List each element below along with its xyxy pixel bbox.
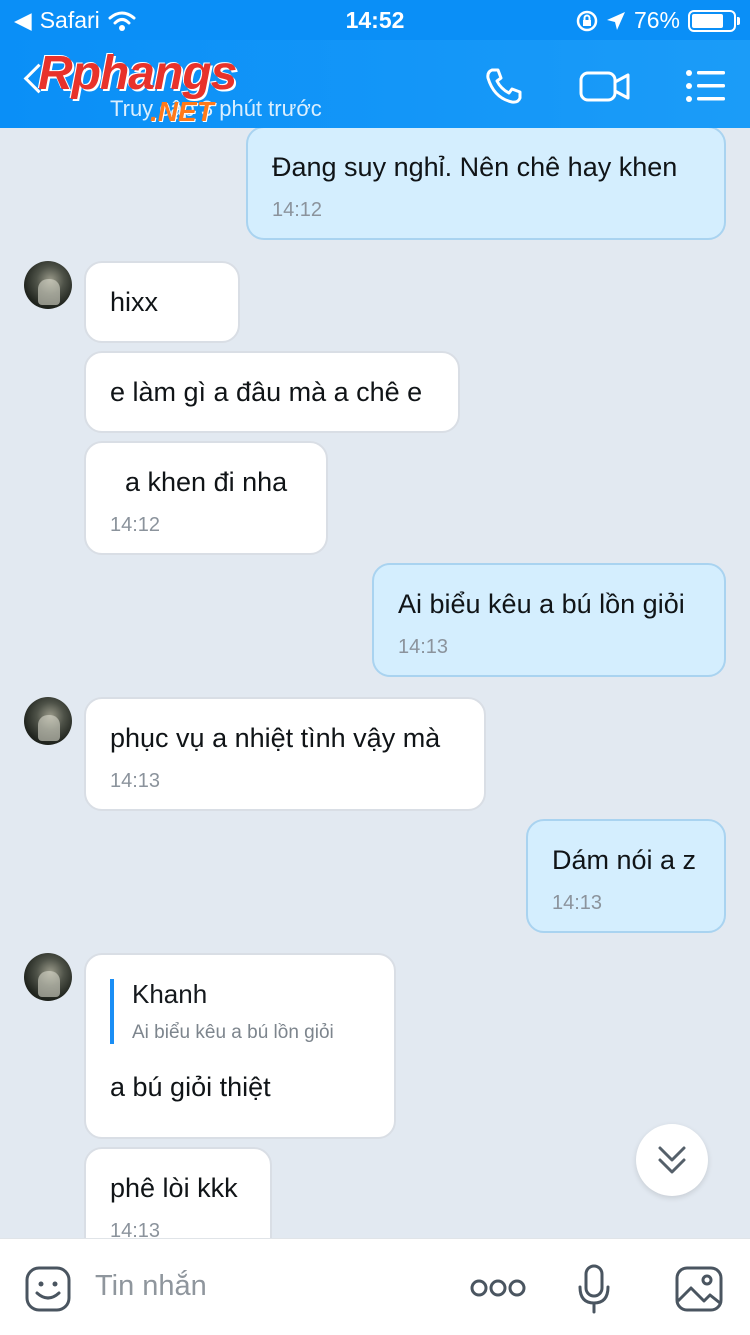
more-icon[interactable] [470,1275,526,1301]
message-list[interactable]: Đang suy nghỉ. Nên chê hay khen 14:12 hi… [0,128,750,1238]
quoted-author: Khanh [132,979,208,1009]
message-bubble-them[interactable]: a khen đi nha 14:12 [84,441,328,555]
message-text: hixx [110,287,159,317]
microphone-icon[interactable] [576,1263,612,1315]
message-text: phê lòi kkk [110,1173,238,1203]
message-text: Dám nói a z [552,845,697,875]
watermark-logo-suffix: .NET [150,96,214,127]
message-time: 14:12 [272,199,323,221]
location-arrow-icon [606,11,625,30]
message-bubble-me[interactable]: Đang suy nghỉ. Nên chê hay khen 14:12 [246,128,726,240]
message-input-bar: Tin nhắn [0,1238,750,1335]
message-time: 14:13 [110,770,161,792]
quoted-text: Ai biểu kêu a bú lồn giỏi [132,1022,334,1043]
message-bubble-them[interactable]: phục vụ a nhiệt tình vậy mà 14:13 [84,697,486,811]
message-text: e làm gì a đâu mà a chê e [110,377,423,407]
message-bubble-me[interactable]: Dám nói a z 14:13 [526,819,726,933]
message-text: a khen đi nha [110,467,288,497]
avatar[interactable] [24,953,72,1001]
message-text: Ai biểu kêu a bú lồn giỏi [398,589,685,619]
rotation-lock-icon [576,10,598,31]
phone-icon[interactable] [482,64,526,108]
emoji-icon[interactable] [24,1265,72,1313]
message-bubble-them[interactable]: e làm gì a đâu mà a chê e [84,351,460,433]
image-icon[interactable] [674,1265,724,1313]
message-input[interactable]: Tin nhắn [95,1270,207,1303]
message-time: 14:13 [552,892,603,914]
message-time: 14:13 [110,1220,161,1238]
message-text: phục vụ a nhiệt tình vậy mà [110,723,441,753]
scroll-to-bottom-button[interactable] [636,1124,708,1196]
message-time: 14:12 [110,514,161,536]
battery-icon [688,9,740,32]
watermark-logo: Rphangs [38,47,237,100]
message-bubble-them-reply[interactable]: Khanh Ai biểu kêu a bú lồn giỏi a bú giỏ… [84,953,396,1139]
message-text: a bú giỏi thiệt [110,1072,271,1102]
message-text: Đang suy nghỉ. Nên chê hay khen [272,152,678,182]
quoted-message[interactable]: Khanh Ai biểu kêu a bú lồn giỏi [110,979,370,1044]
menu-icon[interactable] [684,64,728,108]
message-bubble-them[interactable]: phê lòi kkk 14:13 [84,1147,272,1238]
chat-header: Truy cập 3 phút trước Rphangs .NET [0,40,750,128]
battery-percentage: 76% [633,7,680,33]
avatar[interactable] [24,261,72,309]
message-bubble-me[interactable]: Ai biểu kêu a bú lồn giỏi 14:13 [372,563,726,677]
message-bubble-them[interactable]: hixx [84,261,240,343]
avatar[interactable] [24,697,72,745]
message-time: 14:13 [398,636,449,658]
status-bar: ◀ Safari 14:52 76% [0,0,750,40]
video-call-icon[interactable] [578,64,632,108]
double-chevron-down-icon [658,1146,686,1174]
